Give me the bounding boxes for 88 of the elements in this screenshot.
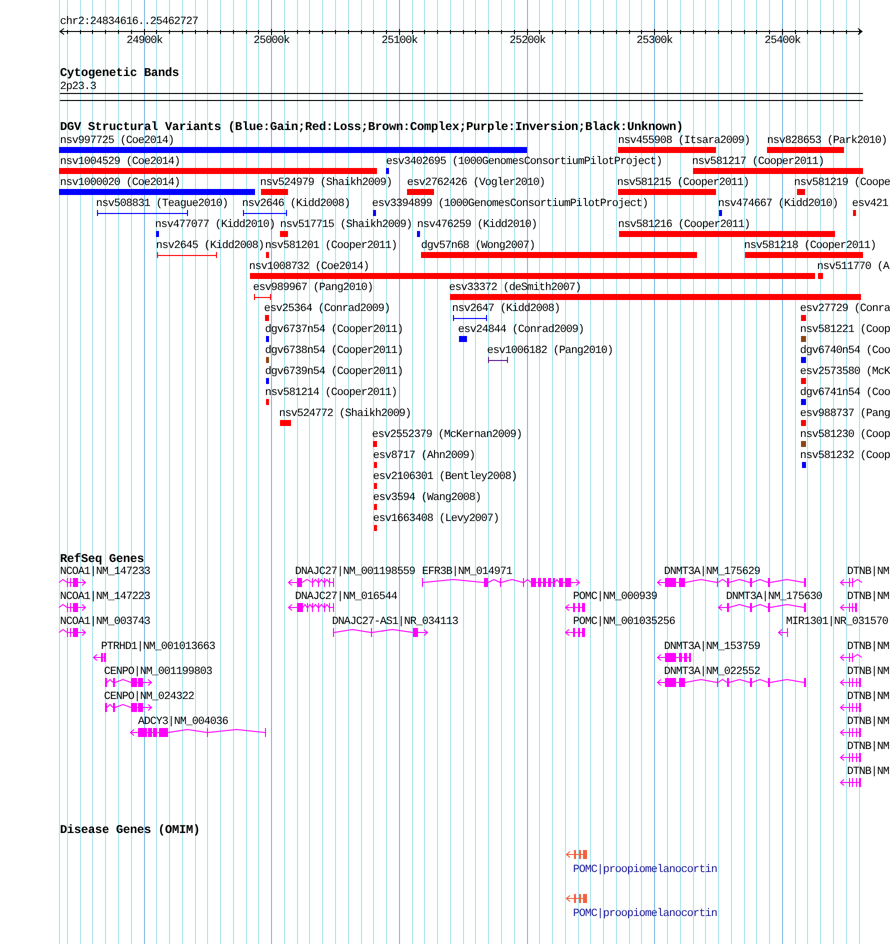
- gene-label: NCOA1|NM_003743: [60, 616, 150, 628]
- variant-label: dgv6737n54 (Cooper2011): [265, 324, 404, 336]
- gene-label: DNAJC27-AS1|NR_034113: [332, 616, 458, 628]
- variant-label: nsv581214 (Cooper2011): [265, 387, 398, 399]
- gene-label: NCOA1|NM_147223: [60, 591, 150, 603]
- variant-label: nsv581215 (Cooper2011): [617, 177, 750, 189]
- variant-label: dgv6738n54 (Cooper2011): [265, 345, 404, 357]
- gene-label: MIR1301|NR_031570: [786, 616, 888, 628]
- variant-label: esv3394899 (1000GenomesConsortiumPilotProject): [372, 198, 648, 210]
- gene-label: DNMT3A|NM_153759: [664, 641, 760, 653]
- variant-label: esv2762426 (Vogler2010): [407, 177, 546, 189]
- variant-label: nsv1008732 (Coe2014): [249, 261, 370, 273]
- variant-label: nsv524772 (Shaikh2009): [279, 408, 412, 420]
- gene-label: ADCY3|NM_004036: [138, 716, 228, 728]
- variant-label: nsv524979 (Shaikh2009): [260, 177, 392, 189]
- variant-label: nsv455908 (Itsara2009): [618, 135, 750, 147]
- gene-label: DNMT3A|NM_175629: [664, 566, 760, 578]
- variant-label: nsv581218 (Cooper2011): [744, 240, 876, 252]
- tick-label: 25300k: [636, 35, 672, 47]
- variant-label: nsv581232 (Coop: [800, 450, 890, 462]
- tick-label: 24900k: [126, 35, 162, 47]
- variant-label: nsv1000020 (Coe2014): [60, 177, 180, 189]
- variant-label: nsv581219 (Coope: [794, 177, 890, 189]
- track-title: RefSeq Genes: [60, 553, 144, 566]
- variant-label: esv8717 (Ahn2009): [373, 450, 476, 462]
- tick-label: 25100k: [382, 35, 418, 47]
- gene-label: DNMT3A|NM_022552: [664, 666, 760, 678]
- tick-label: 25000k: [254, 35, 290, 47]
- variant-label: esv989967 (Pang2010): [253, 282, 374, 294]
- gene-label: PTRHD1|NM_001013663: [101, 641, 216, 653]
- tick-label: 25200k: [510, 35, 546, 47]
- band-label: 2p23.3: [60, 81, 96, 93]
- region-label: chr2:24834616..25462727: [60, 16, 198, 28]
- gene-label: CENPO|NM_001199803: [104, 666, 212, 678]
- track-title: Disease Genes (OMIM): [60, 824, 200, 837]
- track-title: Cytogenetic Bands: [60, 67, 180, 80]
- gene-label: DTNB|NM: [847, 741, 890, 753]
- tick-label: 25400k: [764, 35, 800, 47]
- variant-label: nsv517715 (Shaikh2009): [280, 219, 412, 231]
- variant-label: esv33372 (deSmith2007): [449, 282, 582, 294]
- variant-label: nsv2647 (Kidd2008): [452, 303, 560, 315]
- variant-label: nsv828653 (Park2010): [767, 135, 888, 147]
- track-title: DGV Structural Variants (Blue:Gain;Red:Loss;Brown:Complex;Purple:Inversion;Black:Unknown): [60, 121, 684, 134]
- variant-label: esv25364 (Conrad2009): [264, 303, 390, 315]
- gene-label: DTNB|NM: [847, 666, 890, 678]
- gene-label: CENPO|NM_024322: [104, 691, 194, 703]
- variant-label: nsv581201 (Cooper2011): [265, 240, 398, 252]
- variant-label: esv988737 (Pang: [800, 408, 890, 420]
- variant-label: esv27729 (Conra: [800, 303, 890, 315]
- gene-label: DTNB|NM: [847, 766, 890, 778]
- gene-label: POMC|NM_001035256: [573, 616, 676, 628]
- gene-label: DTNB|NM: [847, 566, 890, 578]
- variant-label: nsv476259 (Kidd2010): [417, 219, 538, 231]
- variant-label: nsv997725 (Coe2014): [60, 135, 174, 147]
- gene-label: POMC|NM_000939: [573, 591, 658, 603]
- variant-label: nsv511770 (A: [817, 261, 890, 273]
- variant-label: nsv581230 (Coop: [800, 429, 890, 441]
- variant-label: nsv581217 (Cooper2011): [692, 156, 824, 168]
- gene-label: DTNB|NM: [847, 716, 890, 728]
- gene-label: DNAJC27|NM_016544: [295, 591, 398, 603]
- gene-label: DNAJC27|NM_001198559: [295, 566, 416, 578]
- variant-label: nsv1004529 (Coe2014): [60, 156, 180, 168]
- variant-label: esv2552379 (McKernan2009): [372, 429, 522, 441]
- variant-label: esv3594 (Wang2008): [373, 492, 482, 504]
- variant-label: esv1663408 (Levy2007): [373, 513, 500, 525]
- variant-label: nsv2645 (Kidd2008): [156, 240, 264, 252]
- gene-label: DTNB|NM: [847, 591, 890, 603]
- variant-label: dgv6739n54 (Cooper2011): [265, 366, 404, 378]
- gene-label: DTNB|NM: [847, 641, 890, 653]
- gene-label: DTNB|NM: [847, 691, 890, 703]
- variant-label: nsv581216 (Cooper2011): [618, 219, 750, 231]
- variant-label: dgv57n68 (Wong2007): [421, 240, 536, 252]
- variant-label: nsv477077 (Kidd2010): [155, 219, 276, 231]
- variant-label: esv2106301 (Bentley2008): [373, 471, 518, 483]
- variant-label: dgv6740n54 (Coo: [800, 345, 890, 357]
- variant-label: esv3402695 (1000GenomesConsortiumPilotProject): [386, 156, 662, 168]
- gene-label: NCOA1|NM_147233: [60, 566, 150, 578]
- variant-label: nsv508831 (Teague2010): [96, 198, 228, 210]
- gene-label: DNMT3A|NM_175630: [726, 591, 822, 603]
- variant-label: esv2573580 (McK: [800, 366, 890, 378]
- gene-label: EFR3B|NM_014971: [422, 566, 512, 578]
- variant-label: esv24844 (Conrad2009): [458, 324, 584, 336]
- variant-label: esv1006182 (Pang2010): [487, 345, 614, 357]
- variant-label: esv421: [852, 198, 888, 210]
- variant-label: dgv6741n54 (Coo: [800, 387, 890, 399]
- variant-label: nsv581221 (Coop: [800, 324, 890, 336]
- variant-label: nsv474667 (Kidd2010): [718, 198, 838, 210]
- variant-label: nsv2646 (Kidd2008): [242, 198, 350, 210]
